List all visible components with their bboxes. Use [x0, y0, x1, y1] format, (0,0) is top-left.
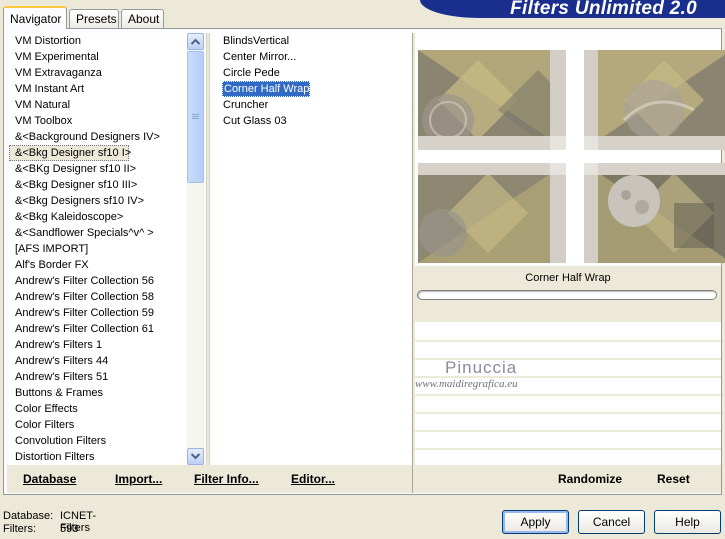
control-slot	[415, 412, 721, 414]
scroll-thumb[interactable]	[187, 51, 204, 183]
category-item[interactable]: Alf's Border FX	[9, 257, 187, 273]
category-item[interactable]: Andrew's Filter Collection 56	[9, 273, 187, 289]
filter-item[interactable]: Circle Pede	[214, 65, 410, 81]
category-item[interactable]: Andrew's Filters 44	[9, 353, 187, 369]
filter-item[interactable]: Cut Glass 03	[214, 113, 410, 129]
cancel-button[interactable]: Cancel	[578, 510, 645, 534]
status-filters: Filters: 593	[3, 523, 78, 535]
status-filters-value: 593	[60, 523, 79, 535]
status-database: Database: ICNET-Filters	[3, 510, 96, 534]
category-item[interactable]: Andrew's Filters 51	[9, 369, 187, 385]
category-item[interactable]: &<BKg Designer sf10 II>	[9, 161, 187, 177]
status-database-label: Database:	[3, 510, 54, 522]
category-item[interactable]: &<Bkg Designers sf10 IV>	[9, 193, 187, 209]
category-item[interactable]: VM Toolbox	[9, 113, 187, 129]
filter-list[interactable]: BlindsVertical Center Mirror... Circle Ped…	[214, 33, 410, 465]
apply-button[interactable]: Apply	[502, 510, 569, 534]
category-item[interactable]: &<Background Designers IV>	[9, 129, 187, 145]
randomize-button[interactable]: Randomize	[558, 472, 622, 486]
chevron-down-icon	[191, 453, 200, 460]
category-item[interactable]: Buttons & Frames	[9, 385, 187, 401]
scroll-down-button[interactable]	[187, 448, 204, 465]
watermark-url: www.maidiregrafica.eu	[415, 378, 518, 390]
grip-line	[192, 116, 199, 117]
tab-presets[interactable]: Presets	[69, 9, 119, 28]
reset-button[interactable]: Reset	[657, 472, 690, 486]
grip-line	[192, 118, 199, 119]
filter-controls-area	[415, 322, 721, 463]
category-item[interactable]: Color Effects	[9, 401, 187, 417]
category-item[interactable]: &<Sandflower Specials^v^ >	[9, 225, 187, 241]
category-item[interactable]: Color Filters	[9, 417, 187, 433]
category-item[interactable]: Andrew's Filter Collection 58	[9, 289, 187, 305]
grip-line	[192, 114, 199, 115]
category-item[interactable]: Distortion Filters	[9, 449, 187, 465]
right-action-bar: Randomize Reset	[415, 465, 721, 493]
category-scrollbar[interactable]	[187, 33, 204, 465]
category-item[interactable]: &<Bkg Designer sf10 I>	[9, 145, 131, 161]
preview-thumbnail-bottom-left	[418, 163, 566, 263]
control-slot	[415, 394, 721, 396]
preview-panel	[415, 33, 725, 263]
preview-thumbnail-top-right	[584, 50, 725, 150]
filter-item[interactable]: Cruncher	[214, 97, 410, 113]
control-slot	[415, 430, 721, 432]
selected-filter-name: Corner Half Wrap	[525, 272, 611, 284]
left-action-bar: Database Import... Filter Info... Editor…	[7, 465, 412, 493]
title-banner: Filters Unlimited 2.0	[420, 0, 725, 18]
control-slot	[415, 448, 721, 450]
list-divider	[206, 33, 210, 465]
category-item[interactable]: &<Bkg Designer sf10 III>	[9, 177, 187, 193]
category-item[interactable]: [AFS IMPORT]	[9, 241, 187, 257]
preview-thumbnail-bottom-right	[584, 163, 725, 263]
import-button[interactable]: Import...	[115, 472, 162, 486]
chevron-up-icon	[191, 38, 200, 45]
category-item[interactable]: &<Bkg Kaleidoscope>	[9, 209, 187, 225]
control-slot	[415, 340, 721, 342]
preview-thumbnail-top-left	[418, 50, 566, 150]
filter-name-area: Corner Half Wrap	[415, 266, 721, 322]
filter-item[interactable]: Corner Half Wrap	[222, 81, 310, 97]
filter-info-button[interactable]: Filter Info...	[194, 472, 259, 486]
filter-item[interactable]: Center Mirror...	[214, 49, 410, 65]
category-item[interactable]: Andrew's Filters 1	[9, 337, 187, 353]
category-item[interactable]: VM Extravaganza	[9, 65, 187, 81]
scroll-up-button[interactable]	[187, 33, 204, 50]
category-item[interactable]: VM Natural	[9, 97, 187, 113]
filter-item[interactable]: BlindsVertical	[214, 33, 410, 49]
category-item[interactable]: Andrew's Filter Collection 61	[9, 321, 187, 337]
watermark-name: Pinuccia	[445, 358, 518, 377]
category-item[interactable]: VM Distortion	[9, 33, 187, 49]
progress-bar	[417, 290, 717, 300]
category-item[interactable]: Convolution Filters	[9, 433, 187, 449]
database-button[interactable]: Database	[23, 472, 76, 486]
category-list[interactable]: VM Distortion VM Experimental VM Extravaga…	[9, 33, 187, 465]
tab-navigator[interactable]: Navigator	[3, 6, 67, 29]
editor-button[interactable]: Editor...	[291, 472, 335, 486]
category-item[interactable]: VM Experimental	[9, 49, 187, 65]
category-item[interactable]: Andrew's Filter Collection 59	[9, 305, 187, 321]
help-button[interactable]: Help	[654, 510, 721, 534]
tab-about[interactable]: About	[121, 9, 164, 28]
app-title: Filters Unlimited 2.0	[510, 0, 697, 18]
category-item[interactable]: VM Instant Art	[9, 81, 187, 97]
status-filters-label: Filters:	[3, 523, 36, 535]
